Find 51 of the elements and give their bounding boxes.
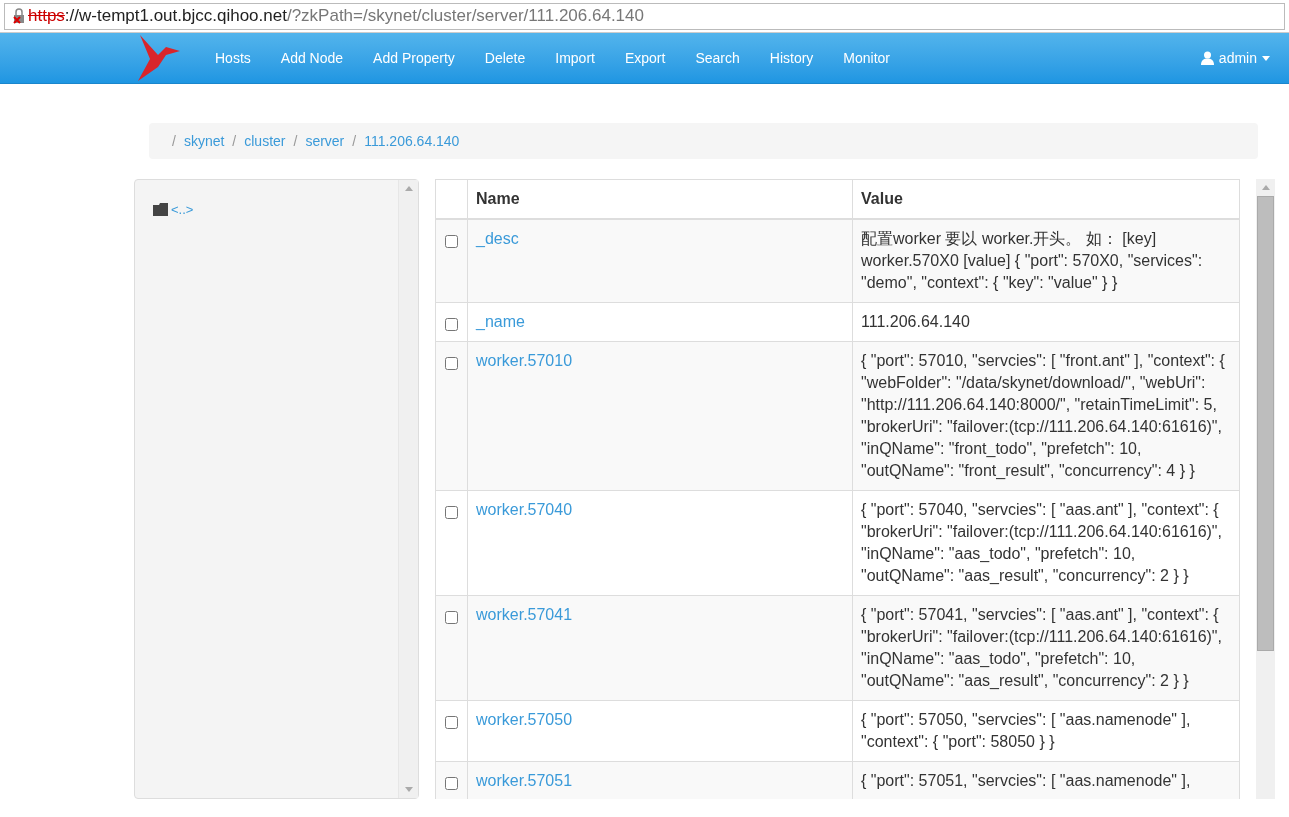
tree-item[interactable]: <..> (171, 200, 194, 220)
insecure-lock-icon (11, 8, 27, 24)
table-cell: 配置worker 要以 worker.开头。 如： [key] worker.570X0 [value] { "port": 570X0, "services": "demo", "context": { "key": "value" } } (852, 218, 1240, 302)
row-checkbox[interactable] (445, 505, 458, 519)
property-link[interactable]: worker.57050 (476, 710, 573, 728)
user-icon (1200, 51, 1214, 65)
table-cell: { "port": 57040, "servcies": [ "aas.ant" ], "context": { "brokerUri": "failover:(tcp://111.206.64.140:61616)", "inQName": "aas_todo", "prefetch": 10, "outQName": "aas_result", "concurrency": 2 } } (852, 490, 1240, 595)
row-checkbox[interactable] (445, 715, 458, 729)
nav-link[interactable]: Hosts (200, 32, 266, 84)
nav-link[interactable]: Search (680, 32, 755, 84)
row-checkbox[interactable] (445, 610, 458, 624)
breadcrumb-separator: / (293, 131, 298, 151)
breadcrumb-link[interactable]: cluster (244, 130, 286, 152)
nav-link[interactable]: Monitor (828, 32, 906, 84)
breadcrumb-separator: / (172, 131, 176, 151)
breadcrumb-separator: / (232, 131, 237, 151)
column-header: Value (852, 179, 1240, 219)
breadcrumb-link[interactable]: 111.206.64.140 (364, 130, 460, 152)
nav-link[interactable]: Delete (469, 32, 541, 84)
table-cell: 111.206.64.140 (852, 302, 1240, 341)
caret-icon (1262, 55, 1270, 61)
nav-link[interactable]: Export (609, 32, 681, 84)
scrollbar[interactable] (1256, 179, 1275, 799)
folder-icon (153, 203, 169, 217)
nav-link[interactable]: Add Node (265, 32, 359, 84)
property-link[interactable]: worker.57010 (476, 351, 573, 369)
breadcrumb-link[interactable]: server (305, 130, 345, 152)
property-link[interactable]: worker.57040 (476, 500, 573, 518)
row-checkbox[interactable] (445, 356, 458, 370)
property-link[interactable]: _name (476, 312, 525, 330)
row-checkbox[interactable] (445, 776, 458, 790)
property-link[interactable]: _desc (476, 229, 519, 247)
scroll-thumb[interactable] (1257, 196, 1274, 651)
property-link[interactable]: worker.57051 (476, 771, 573, 789)
nav-link[interactable]: History (754, 32, 829, 84)
breadcrumb-link[interactable]: skynet (183, 130, 225, 152)
url-path: /?zkPath=/skynet/cluster/server/111.206.64.140 (286, 5, 644, 28)
url-host: ://w-tempt1.out.bjcc.qihoo.net (64, 5, 287, 28)
row-checkbox[interactable] (445, 234, 458, 248)
table-cell: { "port": 57041, "servcies": [ "aas.ant" ], "context": { "brokerUri": "failover:(tcp://111.206.64.140:61616)", "inQName": "aas_todo", "prefetch": 10, "outQName": "aas_result", "concurrency": 2 } } (852, 595, 1240, 700)
user-menu[interactable]: admin (1200, 47, 1270, 69)
column-header: Name (467, 179, 853, 219)
table-cell: { "port": 57050, "servcies": [ "aas.namenode" ], "context": { "port": 58050 } } (852, 700, 1240, 761)
address-field[interactable]: https://w-tempt1.out.bjcc.qihoo.net/?zkPath=/skynet/cluster/server/111.206.64.140 (4, 2, 1285, 30)
breadcrumb-separator: / (352, 131, 357, 151)
property-link[interactable]: worker.57041 (476, 605, 573, 623)
nav-link[interactable]: Add Property (358, 32, 470, 84)
row-checkbox[interactable] (445, 317, 458, 331)
table-cell: { "port": 57010, "servcies": [ "front.ant" ], "context": { "webFolder": "/data/skynet/download/", "webUri": "http://111.206.64.140:8000/", "retainTimeLimit": 5, "brokerUri": "failover:(tcp://111.206.64.140:61616)", "inQName": "front_todo", "prefetch": 10, "outQName": "front_result", "concurrency": 4 } } (852, 341, 1240, 490)
url-scheme: https (28, 5, 65, 28)
nav-link[interactable]: Import (540, 32, 610, 84)
